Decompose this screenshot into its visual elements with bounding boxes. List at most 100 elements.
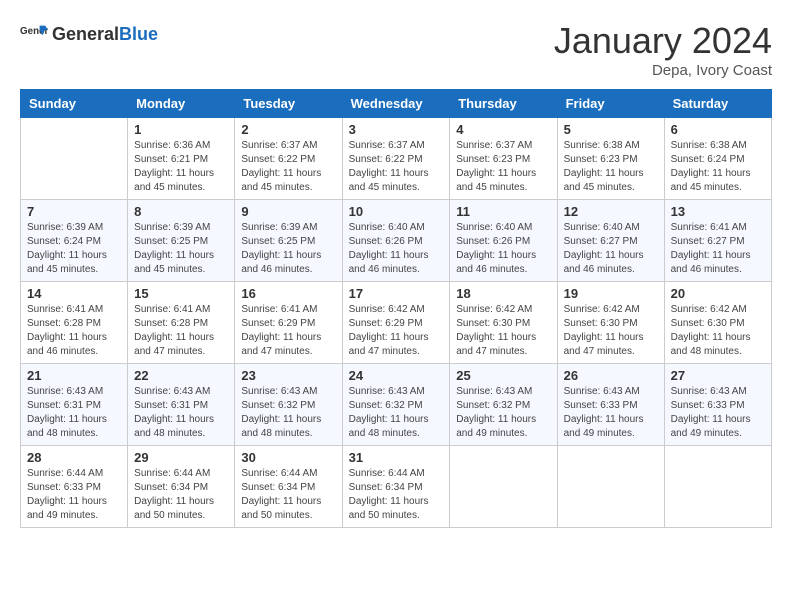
day-number: 6	[671, 122, 765, 137]
day-cell: 19Sunrise: 6:42 AMSunset: 6:30 PMDayligh…	[557, 282, 664, 364]
calendar-header-row: SundayMondayTuesdayWednesdayThursdayFrid…	[21, 90, 772, 118]
col-header-friday: Friday	[557, 90, 664, 118]
day-cell: 21 Sunrise: 6:43 AMSunset: 6:31 PMDayligh…	[21, 364, 128, 446]
week-row-3: 14Sunrise: 6:41 AMSunset: 6:28 PMDayligh…	[21, 282, 772, 364]
day-number: 23	[241, 368, 335, 383]
day-number: 2	[241, 122, 335, 137]
day-cell: 24 Sunrise: 6:43 AMSunset: 6:32 PMDayligh…	[342, 364, 450, 446]
day-cell: 11Sunrise: 6:40 AMSunset: 6:26 PMDayligh…	[450, 200, 557, 282]
day-number: 3	[349, 122, 444, 137]
logo-icon: General	[20, 20, 48, 48]
day-cell: 4 Sunrise: 6:37 AMSunset: 6:23 PMDaylight…	[450, 118, 557, 200]
day-cell: 26 Sunrise: 6:43 AMSunset: 6:33 PMDayligh…	[557, 364, 664, 446]
logo-general-text: General	[52, 24, 119, 44]
day-info: Sunrise: 6:37 AMSunset: 6:23 PMDaylight:…	[456, 139, 550, 195]
day-info: Sunrise: 6:43 AMSunset: 6:32 PMDaylight:…	[456, 385, 550, 441]
day-cell: 14Sunrise: 6:41 AMSunset: 6:28 PMDayligh…	[21, 282, 128, 364]
day-number: 20	[671, 286, 765, 301]
day-number: 24	[349, 368, 444, 383]
col-header-sunday: Sunday	[21, 90, 128, 118]
day-cell: 7 Sunrise: 6:39 AMSunset: 6:24 PMDaylight…	[21, 200, 128, 282]
day-number: 8	[134, 204, 228, 219]
week-row-5: 28 Sunrise: 6:44 AMSunset: 6:33 PMDayligh…	[21, 446, 772, 528]
col-header-saturday: Saturday	[664, 90, 771, 118]
day-number: 27	[671, 368, 765, 383]
day-number: 26	[564, 368, 658, 383]
day-info: Sunrise: 6:44 AMSunset: 6:33 PMDaylight:…	[27, 467, 121, 523]
day-cell: 20 Sunrise: 6:42 AMSunset: 6:30 PMDayligh…	[664, 282, 771, 364]
day-info: Sunrise: 6:38 AMSunset: 6:24 PMDaylight:…	[671, 139, 765, 195]
day-cell	[450, 446, 557, 528]
day-number: 17	[349, 286, 444, 301]
day-number: 22	[134, 368, 228, 383]
col-header-thursday: Thursday	[450, 90, 557, 118]
day-info: Sunrise: 6:42 AMSunset: 6:30 PMDaylight:…	[671, 303, 765, 359]
week-row-4: 21 Sunrise: 6:43 AMSunset: 6:31 PMDayligh…	[21, 364, 772, 446]
day-cell: 8 Sunrise: 6:39 AMSunset: 6:25 PMDaylight…	[128, 200, 235, 282]
day-cell: 5Sunrise: 6:38 AMSunset: 6:23 PMDaylight…	[557, 118, 664, 200]
day-cell: 9Sunrise: 6:39 AMSunset: 6:25 PMDaylight…	[235, 200, 342, 282]
day-cell: 3 Sunrise: 6:37 AMSunset: 6:22 PMDaylight…	[342, 118, 450, 200]
day-cell: 16 Sunrise: 6:41 AMSunset: 6:29 PMDayligh…	[235, 282, 342, 364]
day-cell	[557, 446, 664, 528]
logo: General GeneralBlue	[20, 20, 158, 48]
day-number: 25	[456, 368, 550, 383]
day-info: Sunrise: 6:41 AMSunset: 6:28 PMDaylight:…	[27, 303, 121, 359]
day-info: Sunrise: 6:43 AMSunset: 6:32 PMDaylight:…	[241, 385, 335, 441]
day-number: 18	[456, 286, 550, 301]
day-number: 15	[134, 286, 228, 301]
week-row-1: 1Sunrise: 6:36 AMSunset: 6:21 PMDaylight…	[21, 118, 772, 200]
calendar-table: SundayMondayTuesdayWednesdayThursdayFrid…	[20, 89, 772, 528]
day-info: Sunrise: 6:39 AMSunset: 6:25 PMDaylight:…	[134, 221, 228, 277]
day-info: Sunrise: 6:41 AMSunset: 6:29 PMDaylight:…	[241, 303, 335, 359]
day-info: Sunrise: 6:37 AMSunset: 6:22 PMDaylight:…	[349, 139, 444, 195]
day-info: Sunrise: 6:43 AMSunset: 6:33 PMDaylight:…	[564, 385, 658, 441]
day-number: 9	[241, 204, 335, 219]
month-title: January 2024	[554, 20, 772, 62]
logo-blue-text: Blue	[119, 24, 158, 44]
day-info: Sunrise: 6:40 AMSunset: 6:26 PMDaylight:…	[349, 221, 444, 277]
day-number: 28	[27, 450, 121, 465]
title-block: January 2024 Depa, Ivory Coast	[554, 20, 772, 79]
day-cell: 12 Sunrise: 6:40 AMSunset: 6:27 PMDayligh…	[557, 200, 664, 282]
day-number: 30	[241, 450, 335, 465]
day-info: Sunrise: 6:39 AMSunset: 6:24 PMDaylight:…	[27, 221, 121, 277]
day-info: Sunrise: 6:38 AMSunset: 6:23 PMDaylight:…	[564, 139, 658, 195]
day-cell: 25 Sunrise: 6:43 AMSunset: 6:32 PMDayligh…	[450, 364, 557, 446]
page-header: General GeneralBlue January 2024 Depa, I…	[20, 20, 772, 79]
day-info: Sunrise: 6:43 AMSunset: 6:31 PMDaylight:…	[134, 385, 228, 441]
col-header-tuesday: Tuesday	[235, 90, 342, 118]
day-info: Sunrise: 6:36 AMSunset: 6:21 PMDaylight:…	[134, 139, 228, 195]
day-cell: 15 Sunrise: 6:41 AMSunset: 6:28 PMDayligh…	[128, 282, 235, 364]
day-number: 7	[27, 204, 121, 219]
day-cell	[664, 446, 771, 528]
location: Depa, Ivory Coast	[554, 62, 772, 79]
day-info: Sunrise: 6:44 AMSunset: 6:34 PMDaylight:…	[241, 467, 335, 523]
day-info: Sunrise: 6:41 AMSunset: 6:28 PMDaylight:…	[134, 303, 228, 359]
day-number: 10	[349, 204, 444, 219]
day-info: Sunrise: 6:44 AMSunset: 6:34 PMDaylight:…	[134, 467, 228, 523]
day-info: Sunrise: 6:44 AMSunset: 6:34 PMDaylight:…	[349, 467, 444, 523]
day-number: 21	[27, 368, 121, 383]
day-cell: 18 Sunrise: 6:42 AMSunset: 6:30 PMDayligh…	[450, 282, 557, 364]
day-number: 31	[349, 450, 444, 465]
day-info: Sunrise: 6:43 AMSunset: 6:31 PMDaylight:…	[27, 385, 121, 441]
day-cell: 1Sunrise: 6:36 AMSunset: 6:21 PMDaylight…	[128, 118, 235, 200]
day-cell: 23 Sunrise: 6:43 AMSunset: 6:32 PMDayligh…	[235, 364, 342, 446]
day-info: Sunrise: 6:43 AMSunset: 6:32 PMDaylight:…	[349, 385, 444, 441]
day-number: 12	[564, 204, 658, 219]
day-cell: 27Sunrise: 6:43 AMSunset: 6:33 PMDayligh…	[664, 364, 771, 446]
day-number: 16	[241, 286, 335, 301]
day-cell: 13Sunrise: 6:41 AMSunset: 6:27 PMDayligh…	[664, 200, 771, 282]
day-cell	[21, 118, 128, 200]
day-cell: 10 Sunrise: 6:40 AMSunset: 6:26 PMDayligh…	[342, 200, 450, 282]
day-number: 13	[671, 204, 765, 219]
day-cell: 17 Sunrise: 6:42 AMSunset: 6:29 PMDayligh…	[342, 282, 450, 364]
day-cell: 22 Sunrise: 6:43 AMSunset: 6:31 PMDayligh…	[128, 364, 235, 446]
day-info: Sunrise: 6:42 AMSunset: 6:30 PMDaylight:…	[456, 303, 550, 359]
day-info: Sunrise: 6:40 AMSunset: 6:27 PMDaylight:…	[564, 221, 658, 277]
day-info: Sunrise: 6:42 AMSunset: 6:29 PMDaylight:…	[349, 303, 444, 359]
col-header-wednesday: Wednesday	[342, 90, 450, 118]
day-number: 4	[456, 122, 550, 137]
day-cell: 6 Sunrise: 6:38 AMSunset: 6:24 PMDaylight…	[664, 118, 771, 200]
